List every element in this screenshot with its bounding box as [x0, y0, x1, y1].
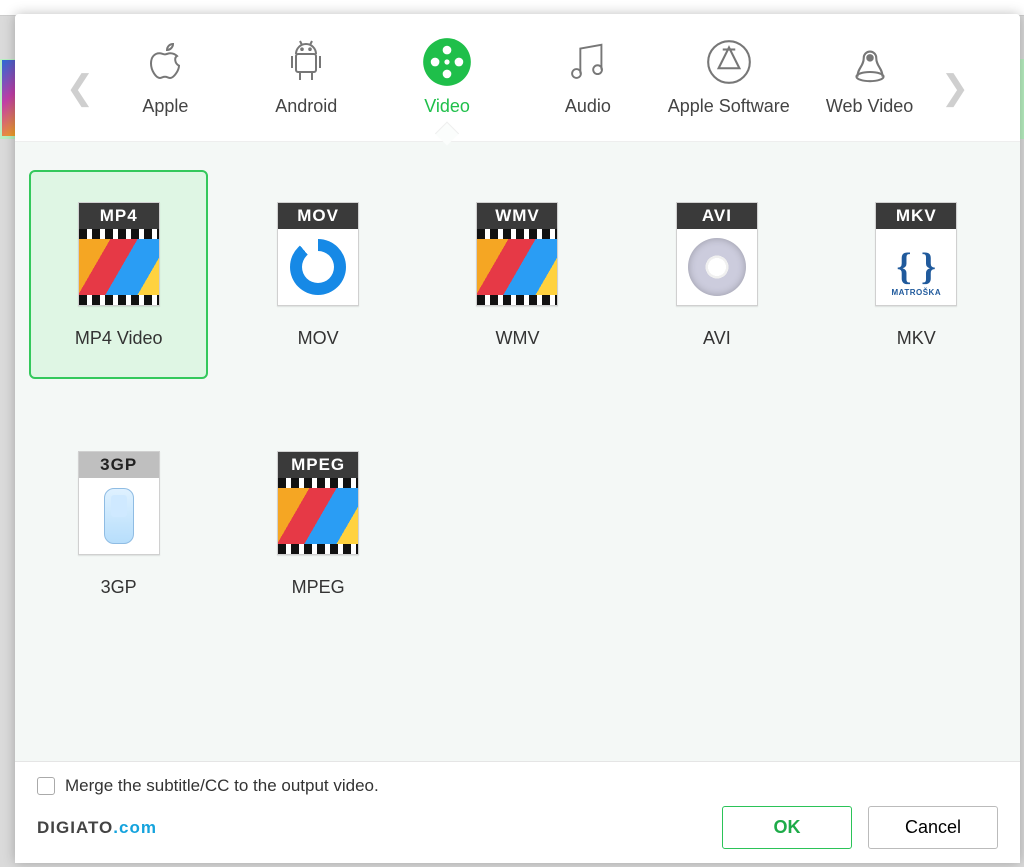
disc-icon — [677, 229, 757, 305]
footer-bottom-row: DIGIATO.com OK Cancel — [37, 806, 998, 849]
tab-android[interactable]: Android — [236, 34, 377, 141]
tab-label: Web Video — [826, 96, 913, 117]
tab-web-video[interactable]: Web Video — [799, 34, 940, 141]
format-badge: MKV — [876, 203, 956, 229]
format-mov[interactable]: MOV MOV — [228, 170, 407, 379]
format-label: MKV — [897, 328, 936, 349]
filmstrip-icon — [278, 478, 358, 554]
app-store-icon — [704, 34, 754, 90]
dialog-footer: Merge the subtitle/CC to the output vide… — [15, 761, 1020, 863]
apple-icon — [141, 34, 189, 90]
format-wmv[interactable]: WMV WMV — [428, 170, 607, 379]
format-mkv[interactable]: MKV { }MATROŠKA MKV — [827, 170, 1006, 379]
parent-thumbnail-fragment — [2, 60, 15, 136]
format-thumb: MOV — [277, 202, 359, 306]
android-icon — [282, 34, 330, 90]
format-badge: MPEG — [278, 452, 358, 478]
format-badge: WMV — [477, 203, 557, 229]
cancel-button[interactable]: Cancel — [868, 806, 998, 849]
format-label: MOV — [298, 328, 339, 349]
format-chooser-dialog: ✕ ❮ Apple — [15, 14, 1020, 863]
tabs-prev-arrow[interactable]: ❮ — [65, 68, 95, 108]
format-badge: MP4 — [79, 203, 159, 229]
dialog-buttons: OK Cancel — [722, 806, 998, 849]
format-badge: MOV — [278, 203, 358, 229]
tab-label: Video — [424, 96, 470, 117]
brand-part2: .com — [113, 818, 157, 837]
tab-label: Apple — [142, 96, 188, 117]
tab-video[interactable]: Video — [377, 34, 518, 141]
format-mp4[interactable]: MP4 MP4 Video — [29, 170, 208, 379]
tab-label: Audio — [565, 96, 611, 117]
filmstrip-icon — [477, 229, 557, 305]
formats-grid: MP4 MP4 Video MOV MOV WMV WMV — [25, 170, 1010, 628]
format-label: WMV — [495, 328, 539, 349]
tabs-next-arrow[interactable]: ❯ — [940, 68, 970, 108]
tab-apple[interactable]: Apple — [95, 34, 236, 141]
format-thumb: 3GP — [78, 451, 160, 555]
tab-label: Apple Software — [668, 96, 790, 117]
video-reel-icon — [421, 34, 473, 90]
format-badge: AVI — [677, 203, 757, 229]
filmstrip-icon — [79, 229, 159, 305]
brand-part1: DIGIATO — [37, 818, 113, 837]
format-avi[interactable]: AVI AVI — [627, 170, 806, 379]
brand-watermark: DIGIATO.com — [37, 818, 157, 838]
music-note-icon — [565, 34, 611, 90]
format-thumb: AVI — [676, 202, 758, 306]
format-thumb: MP4 — [78, 202, 160, 306]
format-mpeg[interactable]: MPEG MPEG — [228, 419, 407, 628]
format-label: AVI — [703, 328, 731, 349]
format-thumb: MKV { }MATROŠKA — [875, 202, 957, 306]
merge-subtitle-row: Merge the subtitle/CC to the output vide… — [37, 776, 998, 796]
format-label: MP4 Video — [75, 328, 163, 349]
tab-label: Android — [275, 96, 337, 117]
format-badge: 3GP — [79, 452, 159, 478]
tab-apple-software[interactable]: Apple Software — [658, 34, 799, 141]
tab-audio[interactable]: Audio — [517, 34, 658, 141]
web-video-icon — [845, 34, 895, 90]
merge-subtitle-checkbox[interactable] — [37, 777, 55, 795]
phone-icon — [79, 478, 159, 554]
matroska-icon: { }MATROŠKA — [876, 229, 956, 305]
category-tabstrip: ❮ Apple Android — [15, 14, 1020, 142]
quicktime-icon — [278, 229, 358, 305]
formats-panel: MP4 MP4 Video MOV MOV WMV WMV — [15, 142, 1020, 761]
ok-button[interactable]: OK — [722, 806, 852, 849]
format-label: 3GP — [101, 577, 137, 598]
format-3gp[interactable]: 3GP 3GP — [29, 419, 208, 628]
format-label: MPEG — [292, 577, 345, 598]
format-thumb: MPEG — [277, 451, 359, 555]
merge-subtitle-label: Merge the subtitle/CC to the output vide… — [65, 776, 379, 796]
format-thumb: WMV — [476, 202, 558, 306]
